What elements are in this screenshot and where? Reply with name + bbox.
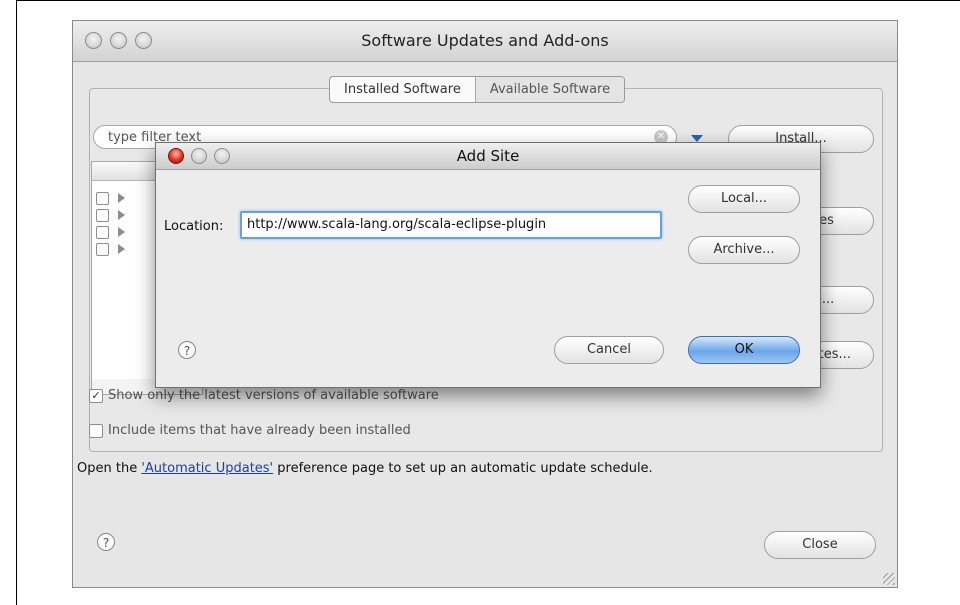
dialog-title: Add Site [456,147,520,165]
window-title: Software Updates and Add-ons [361,31,609,50]
filter-dropdown-icon[interactable] [691,135,703,142]
row-checkbox[interactable] [96,226,109,239]
question-mark-icon[interactable]: ? [178,341,196,359]
latest-versions-label: Show only the latest versions of availab… [108,388,439,403]
expand-triangle-icon[interactable] [118,227,125,237]
include-installed-checkbox[interactable] [89,423,103,438]
automatic-updates-link[interactable]: 'Automatic Updates' [141,461,273,476]
row-checkbox[interactable] [96,243,109,256]
expand-triangle-icon[interactable] [118,244,125,254]
add-site-dialog: Add Site Location: http://www.scala-lang… [155,142,821,388]
latest-versions-option[interactable]: ✓ Show only the latest versions of avail… [89,388,439,403]
cancel-button[interactable]: Cancel [554,336,664,364]
page-top-border [16,0,960,1]
archive-button[interactable]: Archive... [688,236,800,264]
question-mark-icon[interactable]: ? [97,533,115,551]
tab-available-software[interactable]: Available Software [474,77,625,102]
row-checkbox[interactable] [96,209,109,222]
include-installed-label: Include items that have already been ins… [108,423,411,438]
close-button[interactable]: Close [764,531,876,559]
auto-updates-suffix: preference page to set up an automatic u… [273,461,653,476]
row-checkbox[interactable] [96,192,109,205]
dialog-titlebar[interactable]: Add Site [156,143,820,170]
include-installed-option[interactable]: Include items that have already been ins… [89,423,411,438]
automatic-updates-text: Open the 'Automatic Updates' preference … [77,461,653,476]
location-input[interactable]: http://www.scala-lang.org/scala-eclipse-… [240,211,662,239]
expand-triangle-icon[interactable] [118,193,125,203]
tab-installed-software[interactable]: Installed Software [330,77,475,102]
page-left-border [16,0,17,605]
auto-updates-prefix: Open the [77,461,142,476]
location-label: Location: [164,219,224,234]
expand-triangle-icon[interactable] [118,210,125,220]
window-titlebar[interactable]: Software Updates and Add-ons [73,21,897,62]
resize-grip-icon[interactable] [883,573,895,585]
local-button[interactable]: Local... [688,185,800,213]
location-value: http://www.scala-lang.org/scala-eclipse-… [247,217,547,232]
latest-versions-checkbox[interactable]: ✓ [89,388,103,403]
tab-bar: Installed Software Available Software [329,76,626,103]
ok-button[interactable]: OK [688,336,800,364]
